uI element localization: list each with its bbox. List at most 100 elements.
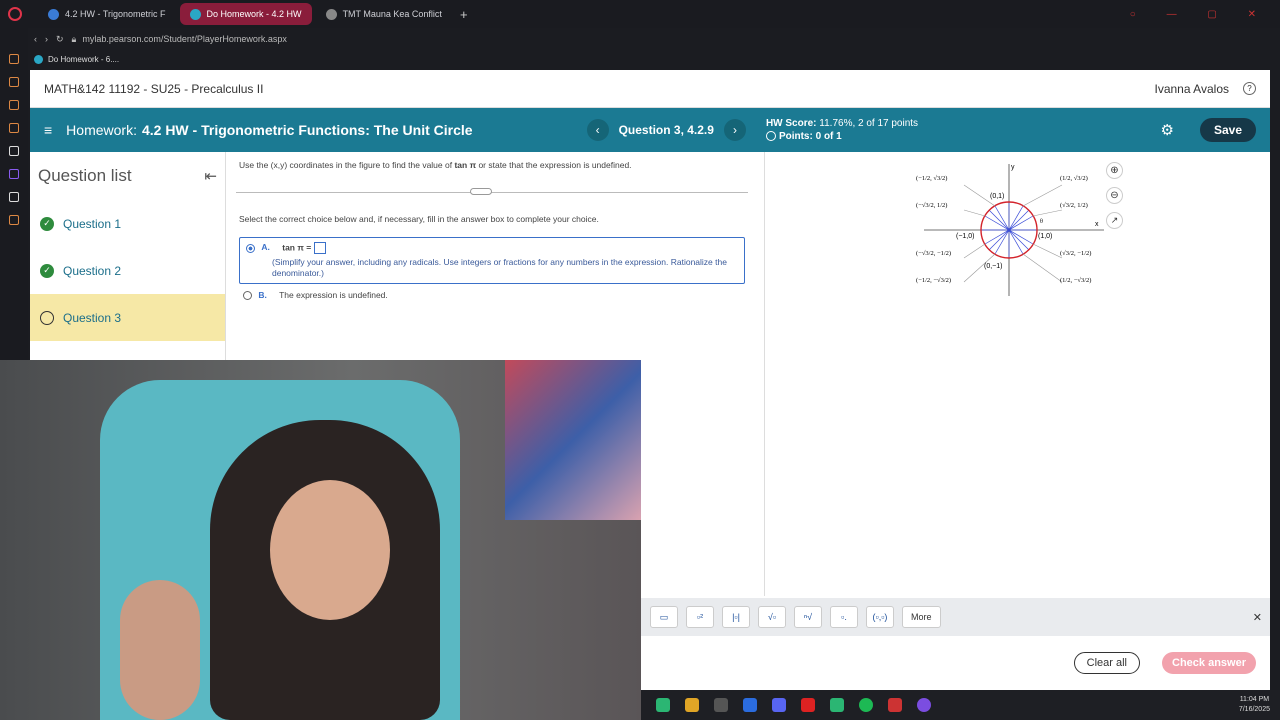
hand <box>120 580 200 720</box>
popout-icon[interactable]: ↗ <box>1106 212 1123 229</box>
pearson-icon <box>48 8 59 20</box>
taskbar-app-icon[interactable] <box>917 698 931 712</box>
check-answer-button[interactable]: Check answer <box>1162 652 1256 674</box>
user-name[interactable]: Ivanna Avalos <box>1154 82 1229 96</box>
forward-icon[interactable]: › <box>45 34 48 44</box>
nth-root-tool-icon[interactable]: ⁿ√ <box>794 606 822 628</box>
fraction-tool-icon[interactable]: ▭ <box>650 606 678 628</box>
figure-tools: ⊕ ⊖ ↗ <box>1106 162 1123 229</box>
taskbar-app-icon[interactable] <box>888 698 902 712</box>
tab-do-homework[interactable]: Do Homework - 4.2 HW <box>179 3 312 25</box>
sidebar-app-icon[interactable] <box>9 146 19 156</box>
sidebar-app-icon[interactable] <box>9 123 19 133</box>
save-button[interactable]: Save <box>1199 118 1256 142</box>
option-b-text: The expression is undefined. <box>279 290 388 300</box>
homework-prefix: Homework: <box>66 122 137 138</box>
next-question-button[interactable]: › <box>723 119 746 141</box>
discord-icon[interactable] <box>772 698 786 712</box>
taskbar-app-icon[interactable] <box>743 698 757 712</box>
sidebar-app-icon[interactable] <box>9 54 19 64</box>
score-label: HW Score: <box>765 118 817 129</box>
close-toolbar-icon[interactable]: ✕ <box>1253 611 1262 624</box>
option-a[interactable]: A. tan π = (Simplify your answer, includ… <box>239 237 745 284</box>
coord-right-3: (√3/2, −1/2) <box>1060 249 1091 257</box>
back-icon[interactable]: ‹ <box>34 34 37 44</box>
taskbar-app-icon[interactable] <box>714 698 728 712</box>
complete-check-icon: ✓ <box>40 216 54 231</box>
x-axis-label: x <box>1095 221 1099 228</box>
coord-left-1: (−1/2, √3/2) <box>916 174 947 182</box>
bookmark-item[interactable]: Do Homework - 6.... <box>48 55 119 64</box>
zoom-out-icon[interactable]: ⊖ <box>1106 187 1123 204</box>
zoom-in-icon[interactable]: ⊕ <box>1106 162 1123 179</box>
exponent-tool-icon[interactable]: ▫² <box>686 606 714 628</box>
new-tab-icon[interactable]: + <box>460 7 468 22</box>
help-icon[interactable]: ? <box>1243 82 1256 95</box>
opera-icon[interactable] <box>801 698 815 712</box>
pearson-icon <box>189 8 201 20</box>
homework-title: 4.2 HW - Trigonometric Functions: The Un… <box>141 122 473 138</box>
tab-tmt[interactable]: TMT Mauna Kea Conflict <box>316 3 452 25</box>
clear-all-button[interactable]: Clear all <box>1073 652 1141 674</box>
coord-left-3: (−√3/2, −1/2) <box>916 249 951 257</box>
prev-question-button[interactable]: ‹ <box>586 119 609 141</box>
poster-image <box>505 360 641 520</box>
face <box>270 480 390 620</box>
taskbar-app-icon[interactable] <box>656 698 670 712</box>
section-divider[interactable] <box>236 192 748 193</box>
url-text[interactable]: mylab.pearson.com/Student/PlayerHomework… <box>82 34 287 44</box>
points-circle-icon <box>765 131 776 142</box>
globe-icon <box>325 8 337 20</box>
answer-footer: Clear all Check answer <box>640 636 1270 690</box>
option-b-radio[interactable] <box>243 291 252 301</box>
question-item-2[interactable]: ✓ Question 2 <box>30 247 225 294</box>
webcam-overlay <box>0 360 641 720</box>
drag-handle[interactable] <box>470 188 492 195</box>
option-a-letter: A. <box>261 242 270 253</box>
question-item-1[interactable]: ✓ Question 1 <box>30 200 225 247</box>
window-controls[interactable]: ○ — ▢ ✕ <box>1130 9 1270 20</box>
question-item-3[interactable]: Question 3 <box>30 294 225 341</box>
collapse-panel-icon[interactable]: ⇤ <box>204 167 217 185</box>
sidebar-app-icon[interactable] <box>9 100 19 110</box>
select-instruction: Select the correct choice below and, if … <box>239 214 599 224</box>
spotify-icon[interactable] <box>859 698 873 712</box>
sidebar-app-icon[interactable] <box>9 215 19 225</box>
complete-check-icon: ✓ <box>40 263 54 278</box>
system-tray[interactable]: 11:04 PM 7/16/2025 <box>1239 695 1270 715</box>
coord-right-1: (1/2, √3/2) <box>1060 174 1088 182</box>
answer-input[interactable] <box>313 242 326 254</box>
option-b[interactable]: B. The expression is undefined. <box>239 290 388 301</box>
option-b-letter: B. <box>258 290 267 300</box>
tab-trig-hw[interactable]: 4.2 HW - Trigonometric F <box>38 3 176 25</box>
bookmark-favicon-icon <box>34 54 43 64</box>
lock-icon: 🔒︎ <box>71 33 77 44</box>
unit-circle-figure: x y (0,1) (−1,0) (1,0) (0,−1) θ (−1/2, √… <box>916 164 1104 296</box>
incomplete-circle-icon <box>40 310 54 325</box>
sidebar-app-icon[interactable] <box>9 77 19 87</box>
sqrt-tool-icon[interactable]: √▫ <box>758 606 786 628</box>
sidebar-app-icon[interactable] <box>9 169 19 179</box>
menu-icon[interactable]: ≡ <box>44 122 52 138</box>
sidebar-app-icon[interactable] <box>9 192 19 202</box>
browser-tab-bar: 4.2 HW - Trigonometric F Do Homework - 4… <box>0 0 1280 28</box>
address-bar: ‹ › ↻ 🔒︎ mylab.pearson.com/Student/Playe… <box>28 28 1280 50</box>
settings-gear-icon[interactable]: ⚙ <box>1161 121 1174 139</box>
decimal-tool-icon[interactable]: ▫. <box>830 606 858 628</box>
coord-left-4: (−1/2, −√3/2) <box>916 276 951 284</box>
question-indicator: Question 3, 4.2.9 <box>618 123 714 137</box>
taskbar-app-icon[interactable] <box>830 698 844 712</box>
y-axis-label: y <box>1011 164 1015 171</box>
taskbar-app-icon[interactable] <box>685 698 699 712</box>
clock-date: 7/16/2025 <box>1238 706 1270 713</box>
option-a-hint: (Simplify your answer, including any rad… <box>272 257 727 278</box>
question-list-title: Question list <box>38 166 132 185</box>
theta-label: θ <box>1040 219 1043 225</box>
interval-tool-icon[interactable]: (▫,▫) <box>866 606 894 628</box>
reload-icon[interactable]: ↻ <box>56 34 64 45</box>
panel-divider[interactable] <box>764 152 765 596</box>
opera-logo-icon[interactable] <box>8 7 22 21</box>
abs-value-tool-icon[interactable]: |▫| <box>722 606 750 628</box>
option-a-radio[interactable] <box>246 243 255 253</box>
more-tools-button[interactable]: More <box>902 606 941 628</box>
